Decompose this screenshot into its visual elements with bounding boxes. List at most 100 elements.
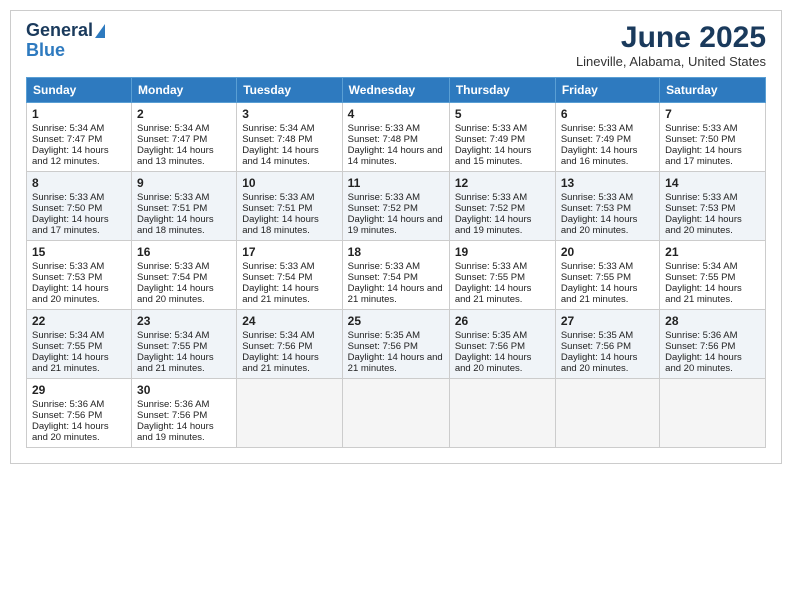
daylight-text: Daylight: 14 hours and 20 minutes. (561, 214, 654, 236)
sunset-text: Sunset: 7:51 PM (242, 203, 336, 214)
daylight-text: Daylight: 14 hours and 20 minutes. (32, 421, 126, 443)
sunrise-text: Sunrise: 5:33 AM (561, 123, 654, 134)
calendar-week-row: 1Sunrise: 5:34 AMSunset: 7:47 PMDaylight… (27, 103, 766, 172)
weekday-header-saturday: Saturday (660, 78, 766, 103)
calendar-cell-day-19: 19Sunrise: 5:33 AMSunset: 7:55 PMDayligh… (449, 241, 555, 310)
month-title: June 2025 (576, 21, 766, 54)
calendar-cell-day-17: 17Sunrise: 5:33 AMSunset: 7:54 PMDayligh… (237, 241, 342, 310)
day-number: 4 (348, 107, 444, 121)
sunrise-text: Sunrise: 5:36 AM (665, 330, 760, 341)
calendar-page: General Blue June 2025 Lineville, Alabam… (10, 10, 782, 464)
calendar-cell-day-12: 12Sunrise: 5:33 AMSunset: 7:52 PMDayligh… (449, 172, 555, 241)
calendar-cell-day-4: 4Sunrise: 5:33 AMSunset: 7:48 PMDaylight… (342, 103, 449, 172)
sunset-text: Sunset: 7:55 PM (32, 341, 126, 352)
sunrise-text: Sunrise: 5:33 AM (665, 192, 760, 203)
daylight-text: Daylight: 14 hours and 17 minutes. (665, 145, 760, 167)
daylight-text: Daylight: 14 hours and 21 minutes. (665, 283, 760, 305)
calendar-cell-day-13: 13Sunrise: 5:33 AMSunset: 7:53 PMDayligh… (555, 172, 659, 241)
daylight-text: Daylight: 14 hours and 21 minutes. (242, 352, 336, 374)
calendar-cell-day-8: 8Sunrise: 5:33 AMSunset: 7:50 PMDaylight… (27, 172, 132, 241)
sunrise-text: Sunrise: 5:33 AM (455, 123, 550, 134)
day-number: 18 (348, 245, 444, 259)
sunset-text: Sunset: 7:53 PM (561, 203, 654, 214)
calendar-cell-day-2: 2Sunrise: 5:34 AMSunset: 7:47 PMDaylight… (132, 103, 237, 172)
daylight-text: Daylight: 14 hours and 21 minutes. (455, 283, 550, 305)
calendar-cell-day-30: 30Sunrise: 5:36 AMSunset: 7:56 PMDayligh… (132, 379, 237, 448)
sunrise-text: Sunrise: 5:35 AM (455, 330, 550, 341)
sunset-text: Sunset: 7:49 PM (561, 134, 654, 145)
sunset-text: Sunset: 7:49 PM (455, 134, 550, 145)
page-header: General Blue June 2025 Lineville, Alabam… (26, 21, 766, 69)
sunrise-text: Sunrise: 5:33 AM (455, 192, 550, 203)
sunrise-text: Sunrise: 5:33 AM (32, 192, 126, 203)
calendar-cell-day-25: 25Sunrise: 5:35 AMSunset: 7:56 PMDayligh… (342, 310, 449, 379)
day-number: 15 (32, 245, 126, 259)
daylight-text: Daylight: 14 hours and 20 minutes. (665, 214, 760, 236)
sunset-text: Sunset: 7:55 PM (137, 341, 231, 352)
day-number: 24 (242, 314, 336, 328)
daylight-text: Daylight: 14 hours and 13 minutes. (137, 145, 231, 167)
logo-triangle-icon (95, 24, 105, 38)
weekday-header-tuesday: Tuesday (237, 78, 342, 103)
calendar-header-row: SundayMondayTuesdayWednesdayThursdayFrid… (27, 78, 766, 103)
calendar-cell-empty (449, 379, 555, 448)
sunset-text: Sunset: 7:56 PM (242, 341, 336, 352)
sunrise-text: Sunrise: 5:36 AM (137, 399, 231, 410)
daylight-text: Daylight: 14 hours and 20 minutes. (665, 352, 760, 374)
sunrise-text: Sunrise: 5:35 AM (561, 330, 654, 341)
sunset-text: Sunset: 7:47 PM (137, 134, 231, 145)
calendar-cell-day-28: 28Sunrise: 5:36 AMSunset: 7:56 PMDayligh… (660, 310, 766, 379)
day-number: 21 (665, 245, 760, 259)
calendar-cell-empty (660, 379, 766, 448)
day-number: 22 (32, 314, 126, 328)
calendar-table: SundayMondayTuesdayWednesdayThursdayFrid… (26, 77, 766, 448)
sunrise-text: Sunrise: 5:34 AM (32, 330, 126, 341)
sunset-text: Sunset: 7:53 PM (665, 203, 760, 214)
daylight-text: Daylight: 14 hours and 19 minutes. (455, 214, 550, 236)
logo-text-general: General (26, 21, 93, 41)
day-number: 13 (561, 176, 654, 190)
daylight-text: Daylight: 14 hours and 16 minutes. (561, 145, 654, 167)
sunrise-text: Sunrise: 5:34 AM (242, 123, 336, 134)
sunrise-text: Sunrise: 5:33 AM (455, 261, 550, 272)
sunrise-text: Sunrise: 5:34 AM (242, 330, 336, 341)
calendar-cell-day-23: 23Sunrise: 5:34 AMSunset: 7:55 PMDayligh… (132, 310, 237, 379)
daylight-text: Daylight: 14 hours and 20 minutes. (137, 283, 231, 305)
day-number: 23 (137, 314, 231, 328)
calendar-cell-day-7: 7Sunrise: 5:33 AMSunset: 7:50 PMDaylight… (660, 103, 766, 172)
sunset-text: Sunset: 7:56 PM (32, 410, 126, 421)
calendar-cell-empty (237, 379, 342, 448)
calendar-cell-day-18: 18Sunrise: 5:33 AMSunset: 7:54 PMDayligh… (342, 241, 449, 310)
daylight-text: Daylight: 14 hours and 21 minutes. (561, 283, 654, 305)
location-text: Lineville, Alabama, United States (576, 54, 766, 69)
sunrise-text: Sunrise: 5:33 AM (348, 261, 444, 272)
calendar-cell-day-6: 6 Sunrise: 5:33 AMSunset: 7:49 PMDaylight… (555, 103, 659, 172)
sunset-text: Sunset: 7:50 PM (32, 203, 126, 214)
calendar-week-row: 22Sunrise: 5:34 AMSunset: 7:55 PMDayligh… (27, 310, 766, 379)
calendar-cell-day-15: 15Sunrise: 5:33 AMSunset: 7:53 PMDayligh… (27, 241, 132, 310)
daylight-text: Daylight: 14 hours and 15 minutes. (455, 145, 550, 167)
sunset-text: Sunset: 7:56 PM (455, 341, 550, 352)
day-number: 7 (665, 107, 760, 121)
sunset-text: Sunset: 7:56 PM (561, 341, 654, 352)
day-number: 19 (455, 245, 550, 259)
day-number: 5 (455, 107, 550, 121)
sunrise-text: Sunrise: 5:34 AM (137, 123, 231, 134)
weekday-header-friday: Friday (555, 78, 659, 103)
day-number: 3 (242, 107, 336, 121)
daylight-text: Daylight: 14 hours and 18 minutes. (137, 214, 231, 236)
calendar-week-row: 15Sunrise: 5:33 AMSunset: 7:53 PMDayligh… (27, 241, 766, 310)
day-number: 6 (561, 107, 654, 121)
daylight-text: Daylight: 14 hours and 21 minutes. (137, 352, 231, 374)
daylight-text: Daylight: 14 hours and 20 minutes. (32, 283, 126, 305)
calendar-cell-day-14: 14Sunrise: 5:33 AMSunset: 7:53 PMDayligh… (660, 172, 766, 241)
calendar-cell-empty (342, 379, 449, 448)
sunrise-text: Sunrise: 5:33 AM (137, 192, 231, 203)
calendar-cell-day-3: 3Sunrise: 5:34 AMSunset: 7:48 PMDaylight… (237, 103, 342, 172)
sunrise-text: Sunrise: 5:35 AM (348, 330, 444, 341)
sunset-text: Sunset: 7:53 PM (32, 272, 126, 283)
calendar-cell-day-9: 9Sunrise: 5:33 AMSunset: 7:51 PMDaylight… (132, 172, 237, 241)
calendar-cell-day-5: 5 Sunrise: 5:33 AMSunset: 7:49 PMDaylight… (449, 103, 555, 172)
daylight-text: Daylight: 14 hours and 21 minutes. (242, 283, 336, 305)
sunrise-text: Sunrise: 5:33 AM (348, 123, 444, 134)
